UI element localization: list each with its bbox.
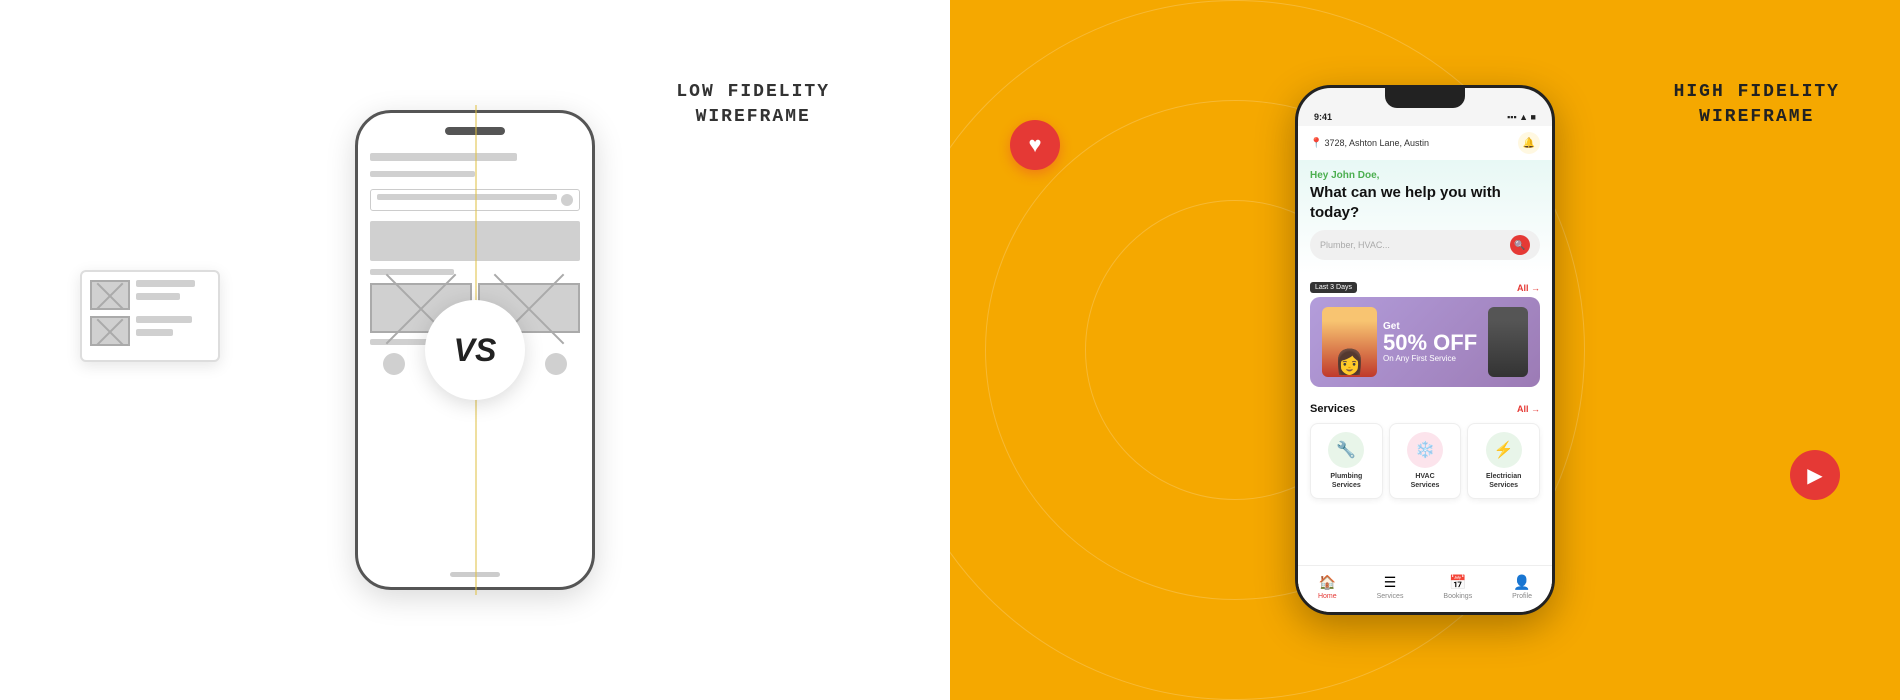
- high-fidelity-line2: WIREFRAME: [1699, 107, 1814, 127]
- play-icon: ▶: [1807, 463, 1822, 488]
- profile-nav-icon: 👤: [1513, 574, 1530, 591]
- wf-card-row: [90, 280, 210, 310]
- services-nav-label: Services: [1377, 593, 1404, 600]
- search-button[interactable]: 🔍: [1510, 235, 1530, 255]
- app-header: 📍 3728, Ashton Lane, Austin 🔔: [1298, 126, 1552, 160]
- hifi-phone: 9:41 ▪▪▪ ▲ ■ 📍 3728, Ashton Lane, Austin…: [1295, 85, 1555, 615]
- electrician-service-name: ElectricianServices: [1486, 472, 1521, 490]
- services-title: Services: [1310, 403, 1355, 415]
- promo-sub-label: On Any First Service: [1383, 354, 1482, 363]
- home-nav-label: Home: [1318, 593, 1337, 600]
- wf-input-line: [377, 194, 557, 200]
- hvac-service-name: HVACServices: [1411, 472, 1440, 490]
- phone-notch: [1385, 88, 1465, 108]
- last3days-badge: Last 3 Days: [1310, 282, 1357, 293]
- low-fidelity-line2: WIREFRAME: [696, 107, 811, 127]
- location-text: 3728, Ashton Lane, Austin: [1324, 138, 1429, 148]
- plumbing-icon-circle: 🔧: [1328, 432, 1364, 468]
- wf-img2: [90, 316, 130, 346]
- heart-badge: ♥: [1010, 120, 1060, 170]
- status-bar: 9:41 ▪▪▪ ▲ ■: [1298, 106, 1552, 126]
- wf-text-stack2: [136, 316, 210, 346]
- wireframe-floating-card: [80, 270, 220, 362]
- heart-icon: ♥: [1028, 132, 1041, 158]
- status-icons: ▪▪▪ ▲ ■: [1507, 112, 1536, 122]
- home-nav-icon: 🏠: [1319, 574, 1336, 591]
- greeting-text: Hey John Doe,: [1310, 170, 1540, 181]
- right-panel: HIGH FIDELITY WIREFRAME ♥ ▶ 9:41 ▪▪▪ ▲ ■…: [950, 0, 1900, 700]
- bottom-nav: 🏠 Home ☰ Services 📅 Bookings 👤 Profile: [1298, 565, 1552, 612]
- phone-screen: 📍 3728, Ashton Lane, Austin 🔔 Hey John D…: [1298, 126, 1552, 600]
- search-placeholder: Plumber, HVAC...: [1320, 240, 1390, 250]
- promo-banner: 👩 Get 50% OFF On Any First Service: [1310, 297, 1540, 387]
- services-section: Services All → 🔧 PlumbingServices ❄️ HVA…: [1298, 395, 1552, 507]
- app-hero: Hey John Doe, What can we help you with …: [1298, 160, 1552, 274]
- wf-text-line1: [136, 280, 195, 287]
- wf-nav-circle1: [383, 353, 405, 375]
- service-item-hvac[interactable]: ❄️ HVACServices: [1389, 423, 1462, 499]
- wf-topbar: [370, 153, 517, 161]
- vs-circle: VS: [425, 300, 525, 400]
- wf-nav-circle4: [545, 353, 567, 375]
- vs-text: VS: [454, 332, 497, 369]
- nav-home[interactable]: 🏠 Home: [1318, 574, 1337, 600]
- location-pin-icon: 📍: [1310, 138, 1322, 149]
- plumbing-service-name: PlumbingServices: [1330, 472, 1362, 490]
- services-nav-icon: ☰: [1384, 574, 1397, 591]
- high-fidelity-label: HIGH FIDELITY WIREFRAME: [1674, 80, 1840, 130]
- high-fidelity-line1: HIGH FIDELITY: [1674, 82, 1840, 102]
- play-badge: ▶: [1790, 450, 1840, 500]
- wf-subtitle: [370, 171, 475, 177]
- wf-text-line3: [136, 316, 192, 323]
- all-link[interactable]: All →: [1517, 283, 1540, 293]
- banner-label-row: Last 3 Days All →: [1310, 282, 1540, 293]
- services-header: Services All →: [1310, 403, 1540, 415]
- low-fidelity-line1: LOW FIDELITY: [676, 82, 830, 102]
- promo-content: Get 50% OFF On Any First Service: [1383, 321, 1482, 363]
- status-time: 9:41: [1314, 112, 1332, 122]
- services-all-link[interactable]: All →: [1517, 404, 1540, 414]
- services-grid: 🔧 PlumbingServices ❄️ HVACServices ⚡ Ele…: [1310, 423, 1540, 499]
- banner-section: Last 3 Days All → 👩 Get 50% OFF On Any F…: [1298, 274, 1552, 395]
- wf-img1: [90, 280, 130, 310]
- hero-title: What can we help you with today?: [1310, 183, 1540, 222]
- wf-section-title: [370, 269, 454, 275]
- left-panel: LOW FIDELITY WIREFRAME: [0, 0, 950, 700]
- promo-person2-image: [1488, 307, 1528, 377]
- nav-services[interactable]: ☰ Services: [1377, 574, 1404, 600]
- service-item-electrician[interactable]: ⚡ ElectricianServices: [1467, 423, 1540, 499]
- wf-text-stack: [136, 280, 210, 310]
- electrician-icon-circle: ⚡: [1486, 432, 1522, 468]
- location-row: 📍 3728, Ashton Lane, Austin: [1310, 138, 1429, 149]
- bookings-nav-icon: 📅: [1449, 574, 1466, 591]
- promo-percent: 50% OFF: [1383, 332, 1482, 354]
- bookings-nav-label: Bookings: [1443, 593, 1472, 600]
- wf-card-row2: [90, 316, 210, 346]
- nav-profile[interactable]: 👤 Profile: [1512, 574, 1532, 600]
- wf-text-line2: [136, 293, 180, 300]
- service-item-plumbing[interactable]: 🔧 PlumbingServices: [1310, 423, 1383, 499]
- low-fidelity-label: LOW FIDELITY WIREFRAME: [676, 80, 830, 130]
- wf-text-line4: [136, 329, 173, 336]
- notification-icon[interactable]: 🔔: [1518, 132, 1540, 154]
- wf-input-icon: [561, 194, 573, 206]
- hvac-icon-circle: ❄️: [1407, 432, 1443, 468]
- search-bar[interactable]: Plumber, HVAC... 🔍: [1310, 230, 1540, 260]
- profile-nav-label: Profile: [1512, 593, 1532, 600]
- promo-person-image: 👩: [1322, 307, 1377, 377]
- nav-bookings[interactable]: 📅 Bookings: [1443, 574, 1472, 600]
